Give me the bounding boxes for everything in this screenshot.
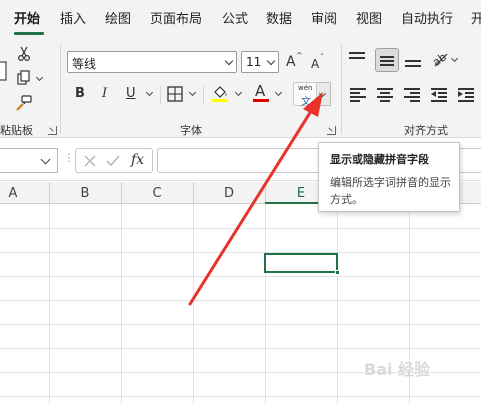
group-divider [341,44,342,134]
insert-function-icon[interactable]: fx [131,152,144,168]
top-align-icon[interactable] [349,52,367,66]
increase-indent-icon[interactable] [458,88,474,102]
borders-icon[interactable] [167,86,183,102]
active-cell[interactable] [264,253,338,273]
align-right-icon[interactable] [404,88,420,102]
column-header-e[interactable]: E [291,186,311,201]
orientation-icon[interactable]: ab [430,49,450,69]
phonetic-tooltip: 显示或隐藏拼音字段 编辑所选字词拼音的显示方式。 [318,142,460,212]
cancel-icon[interactable] [84,155,96,167]
alignment-group-label: 对齐方式 [404,124,448,137]
toolbar-divider [160,86,161,104]
font-name-combo[interactable]: 等线 [67,51,237,73]
formula-bar-grip-icon: ⋮ [64,153,74,164]
ribbon-tabs: 开始 插入 绘图 页面布局 公式 数据 审阅 视图 自动执行 开 [0,0,481,38]
phonetic-pinyin-text: wén [298,84,313,92]
clipboard-launcher-icon[interactable] [48,126,57,135]
grow-font-caret-icon: ^ [296,51,303,60]
tab-formulas[interactable]: 公式 [222,12,248,28]
align-center-icon[interactable] [377,88,393,102]
enter-icon[interactable] [106,155,120,167]
tab-draw[interactable]: 绘图 [105,12,131,28]
column-header-b[interactable]: B [75,186,95,201]
font-color-swatch [253,99,269,102]
font-size-value: 11 [246,55,262,69]
tooltip-body: 编辑所选字词拼音的显示方式。 [330,176,451,206]
underline-button[interactable]: U [126,86,136,102]
header-divider [193,182,194,204]
fill-color-icon[interactable] [210,83,230,103]
font-name-value: 等线 [72,57,97,71]
tab-home[interactable]: 开始 [14,12,40,28]
font-color-dropdown-icon[interactable] [274,88,283,97]
tab-overflow[interactable]: 开 [471,12,481,28]
font-size-dropdown-icon[interactable] [266,56,276,66]
font-size-combo[interactable]: 11 [241,51,279,73]
phonetic-dropdown-icon[interactable] [318,89,327,98]
phonetic-guide-button[interactable]: wén 文 [293,82,317,108]
svg-text:ab: ab [430,50,449,69]
tab-insert[interactable]: 插入 [60,12,86,28]
underline-dropdown-icon[interactable] [145,88,154,97]
column-header-c[interactable]: C [147,186,167,201]
font-launcher-icon[interactable] [327,126,336,135]
borders-dropdown-icon[interactable] [188,88,197,97]
shrink-font-icon[interactable]: A [311,56,319,72]
font-color-icon[interactable]: A [255,83,265,99]
clipboard-group-label: 粘贴板 [0,124,33,137]
active-tab-indicator [14,32,44,35]
formula-buttons: fx [75,148,153,173]
fill-color-dropdown-icon[interactable] [234,88,243,97]
paste-icon[interactable] [0,60,10,84]
fill-handle[interactable] [335,270,340,275]
tab-view[interactable]: 视图 [356,12,382,28]
name-box[interactable] [0,148,58,173]
decrease-indent-icon[interactable] [431,88,447,102]
copy-dropdown-chevron-icon[interactable] [35,73,44,82]
bottom-align-icon[interactable] [405,52,423,68]
font-name-dropdown-icon[interactable] [224,56,234,66]
grow-font-icon[interactable]: A [286,54,296,70]
header-divider [121,182,122,204]
format-painter-icon[interactable] [15,95,33,111]
ribbon: 粘贴板 等线 11 A ^ A ˇ B I U A wén 文 字体 ab 对齐… [0,38,481,138]
tab-page-layout[interactable]: 页面布局 [150,12,202,28]
column-header-d[interactable]: D [219,186,239,201]
tab-review[interactable]: 审阅 [311,12,337,28]
shrink-font-caret-icon: ˇ [320,53,324,62]
align-left-icon[interactable] [350,88,366,102]
group-divider [60,44,61,134]
column-header-a[interactable]: A [3,186,23,201]
tab-automate[interactable]: 自动执行 [401,12,453,28]
copy-icon[interactable] [16,70,32,86]
cut-icon[interactable] [16,46,32,62]
font-group-label: 字体 [180,124,202,137]
tooltip-title: 显示或隐藏拼音字段 [330,153,429,166]
header-divider [265,182,266,204]
name-box-dropdown-icon[interactable] [40,154,51,165]
phonetic-char-text: 文 [301,97,311,108]
watermark: Bai 经验 [364,360,431,379]
italic-button[interactable]: I [102,86,107,102]
orientation-dropdown-icon[interactable] [450,54,459,63]
toolbar-divider [203,86,204,104]
header-divider [49,182,50,204]
phonetic-dropdown-button[interactable] [317,82,331,106]
middle-align-button[interactable] [375,48,399,72]
tab-data[interactable]: 数据 [266,12,292,28]
bold-button[interactable]: B [75,86,85,102]
